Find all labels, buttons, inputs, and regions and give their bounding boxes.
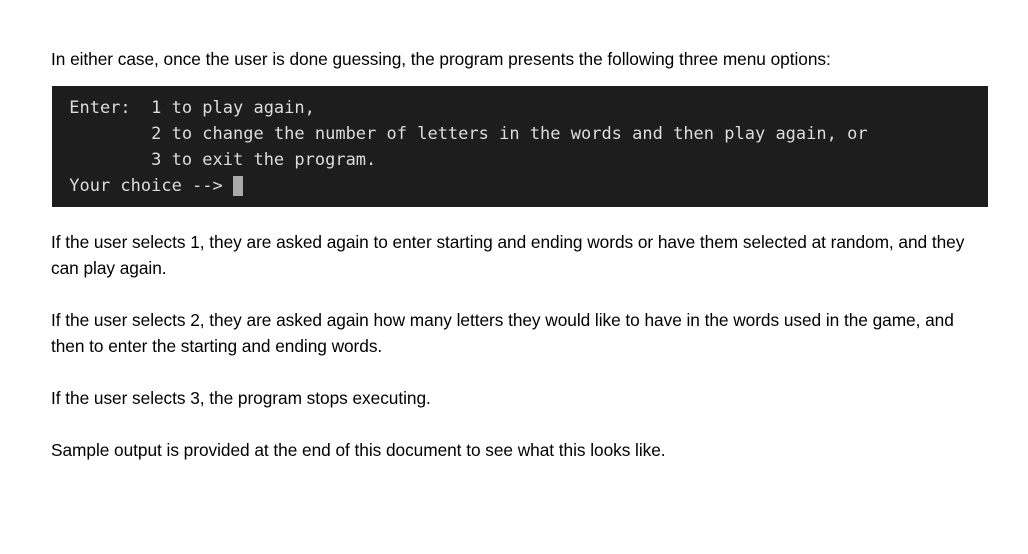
- terminal-line-3: 3 to exit the program.: [59, 150, 377, 170]
- paragraph-option-3: If the user selects 3, the program stops…: [51, 388, 431, 408]
- document-body: In either case, once the user is done gu…: [51, 46, 988, 463]
- terminal-prompt-text: Your choice -->: [59, 176, 223, 196]
- paragraph-sample-output: Sample output is provided at the end of …: [51, 440, 666, 460]
- terminal-prompt-line: Your choice -->: [52, 173, 988, 199]
- paragraph-option-1: If the user selects 1, they are asked ag…: [51, 232, 970, 278]
- spacer-before-terminal: [51, 72, 987, 86]
- intro-paragraph: In either case, once the user is done gu…: [51, 49, 831, 69]
- text-cursor-icon: [232, 176, 243, 196]
- paragraph-option-2: If the user selects 2, they are asked ag…: [51, 310, 959, 356]
- spacer-after-terminal: [51, 207, 987, 229]
- terminal-line-1: Enter: 1 to play again,: [59, 98, 315, 118]
- terminal-line-2: 2 to change the number of letters in the…: [59, 124, 868, 144]
- console-output-block: Enter: 1 to play again, 2 to change the …: [52, 86, 988, 207]
- document-page: In either case, once the user is done gu…: [0, 0, 1028, 554]
